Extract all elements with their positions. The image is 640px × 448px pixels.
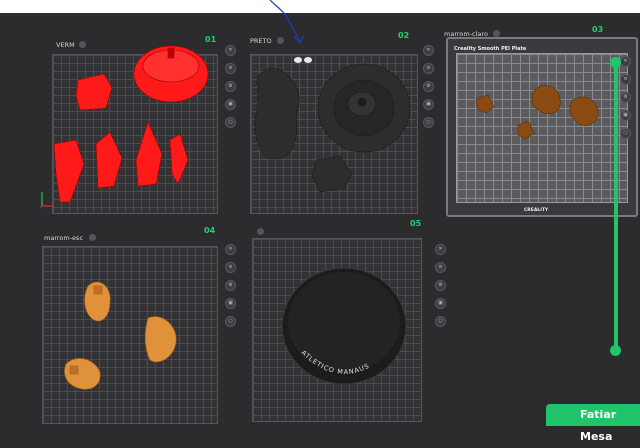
plate-05-lock-icon[interactable] xyxy=(257,228,264,235)
gear-icon[interactable]: ○ xyxy=(620,128,631,139)
lock-icon[interactable]: ▣ xyxy=(225,99,236,110)
plate-01-red-parts xyxy=(40,45,209,209)
plate-02-number: 02 xyxy=(398,31,410,40)
plate-01-toolbar: ✕ ≡ ⚙ ▣ ○ xyxy=(225,45,236,135)
settings-icon[interactable]: ⚙ xyxy=(620,92,631,103)
list-icon[interactable]: ≡ xyxy=(225,262,236,273)
plate-05-number: 05 xyxy=(410,219,422,228)
plate-05-coin: ATLETICO MANAUS xyxy=(281,268,407,385)
plate-03-toolbar: ✕ ≡ ⚙ ▣ ○ xyxy=(620,56,631,146)
plate-02-toolbar: ✕ ≡ ⚙ ▣ ○ xyxy=(423,45,434,135)
settings-icon[interactable]: ⚙ xyxy=(225,81,236,92)
gear-icon[interactable]: ○ xyxy=(225,117,236,128)
plate-03-lock-icon[interactable] xyxy=(493,30,500,37)
gear-icon[interactable]: ○ xyxy=(435,316,446,327)
plate-03-brown-parts xyxy=(475,85,599,140)
plate-04-number: 04 xyxy=(204,226,216,235)
list-icon[interactable]: ≡ xyxy=(620,74,631,85)
list-icon[interactable]: ≡ xyxy=(423,63,434,74)
gear-icon[interactable]: ○ xyxy=(423,117,434,128)
settings-icon[interactable]: ⚙ xyxy=(423,81,434,92)
plate-05-toolbar: ✕ ≡ ⚙ ▣ ○ xyxy=(435,244,446,334)
lock-icon[interactable]: ▣ xyxy=(620,110,631,121)
layer-slider-bottom-handle[interactable] xyxy=(610,345,621,356)
pen-annotation-top xyxy=(269,0,284,13)
list-icon[interactable]: ≡ xyxy=(435,262,446,273)
settings-icon[interactable]: ⚙ xyxy=(225,280,236,291)
settings-icon[interactable]: ⚙ xyxy=(435,280,446,291)
close-icon[interactable]: ✕ xyxy=(435,244,446,255)
gear-icon[interactable]: ○ xyxy=(225,316,236,327)
lock-icon[interactable]: ▣ xyxy=(423,99,434,110)
top-strip xyxy=(0,0,640,13)
close-icon[interactable]: ✕ xyxy=(225,244,236,255)
plate-02-name[interactable]: PRETO xyxy=(250,37,272,45)
close-icon[interactable]: ✕ xyxy=(423,45,434,56)
list-icon[interactable]: ≡ xyxy=(225,63,236,74)
lock-icon[interactable]: ▣ xyxy=(435,298,446,309)
plate-02-black-parts xyxy=(255,57,411,193)
plate-04-toolbar: ✕ ≡ ⚙ ▣ ○ xyxy=(225,244,236,334)
layer-slider-track[interactable] xyxy=(614,62,618,351)
close-icon[interactable]: ✕ xyxy=(620,56,631,67)
layer-slider-top-handle[interactable] xyxy=(610,57,621,68)
plate-03-number: 03 xyxy=(592,25,604,34)
lock-icon[interactable]: ▣ xyxy=(225,298,236,309)
plate-02-lock-icon[interactable] xyxy=(277,37,284,44)
plate-04-orange-parts xyxy=(64,281,177,390)
slice-plate-button[interactable]: Fatiar Mesa xyxy=(546,404,640,443)
close-icon[interactable]: ✕ xyxy=(225,45,236,56)
